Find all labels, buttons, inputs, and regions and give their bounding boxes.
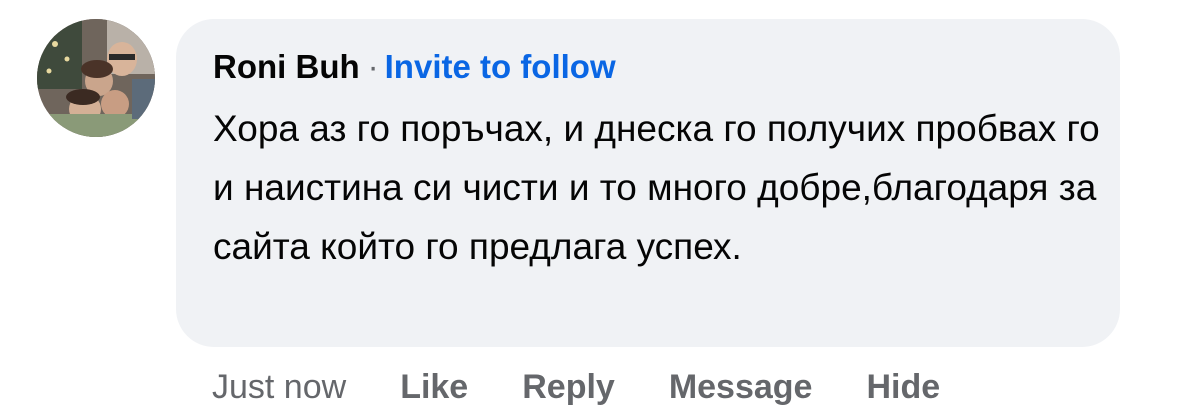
avatar[interactable]	[37, 19, 155, 137]
separator-dot: ·	[367, 48, 379, 85]
like-button[interactable]: Like	[400, 368, 468, 407]
hide-button[interactable]: Hide	[866, 368, 940, 407]
avatar-photo	[37, 19, 155, 137]
author-name[interactable]: Roni Buh	[213, 48, 360, 85]
comment-item: Roni Buh · Invite to follow Хора аз го пор…	[0, 0, 1179, 417]
message-button[interactable]: Message	[669, 368, 813, 407]
reply-button[interactable]: Reply	[522, 368, 615, 407]
comment-text: Хора аз го поръчах, и днеска го получих …	[213, 108, 1100, 267]
comment-bubble: Roni Buh · Invite to follow Хора аз го пор…	[176, 19, 1120, 347]
comment-header: Roni Buh · Invite to follow	[213, 47, 616, 87]
comment-actions: Just now Like Reply Message Hide	[212, 364, 940, 410]
timestamp[interactable]: Just now	[212, 368, 346, 407]
invite-to-follow-link[interactable]: Invite to follow	[385, 48, 616, 85]
